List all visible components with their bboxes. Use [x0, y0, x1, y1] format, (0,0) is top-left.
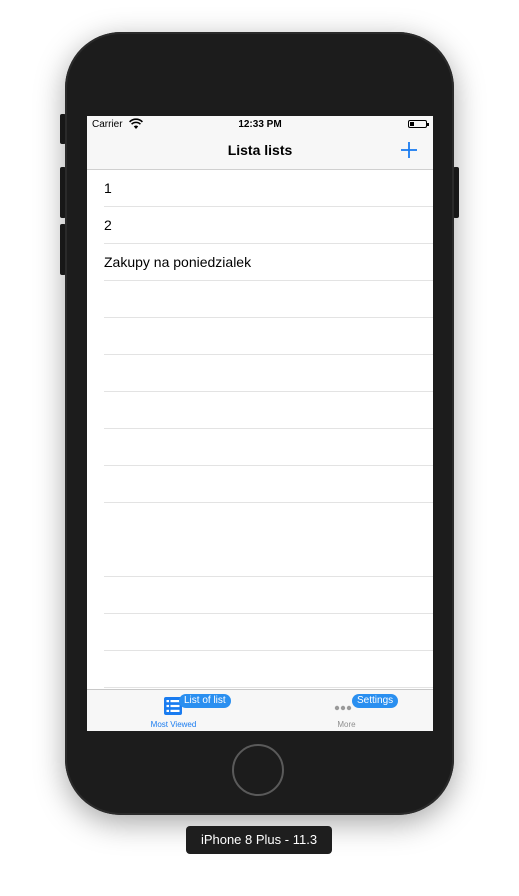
tab-more[interactable]: Settings More	[260, 690, 433, 731]
table-row[interactable]	[87, 466, 433, 503]
lists-table: 1 2 Zakupy na poniedzialek	[87, 170, 433, 690]
status-time: 12:33 PM	[238, 119, 282, 130]
status-bar: Carrier 12:33 PM	[87, 116, 433, 134]
table-row[interactable]	[87, 651, 433, 688]
table-row[interactable]	[87, 392, 433, 429]
table-row[interactable]	[87, 540, 433, 577]
table-row[interactable]: 2	[87, 207, 433, 244]
row-label: 1	[104, 180, 112, 196]
table-row[interactable]	[87, 577, 433, 614]
battery-icon	[408, 120, 429, 128]
table-row[interactable]: Zakupy na poniedzialek	[87, 244, 433, 281]
home-button[interactable]	[232, 744, 284, 796]
table-row[interactable]	[87, 614, 433, 651]
row-label: Zakupy na poniedzialek	[104, 254, 252, 270]
more-icon	[334, 705, 352, 711]
tab-badge: List of list	[179, 694, 231, 708]
table-row[interactable]	[87, 429, 433, 466]
page-title: Lista lists	[227, 142, 293, 158]
app-screen: Carrier 12:33 PM Lista lists 1 2 Zakupy …	[87, 116, 433, 731]
add-list-button[interactable]	[399, 140, 419, 160]
device-label: iPhone 8 Plus - 11.3	[186, 826, 332, 854]
navigation-bar: Lista lists	[87, 134, 433, 170]
tab-label: More	[337, 720, 356, 729]
table-row[interactable]	[87, 318, 433, 355]
tab-bar: List of list Most Viewed Settings More	[87, 689, 433, 731]
plus-icon	[401, 142, 417, 158]
tab-most-viewed[interactable]: List of list Most Viewed	[87, 690, 260, 731]
row-label: 2	[104, 217, 112, 233]
table-row[interactable]: 1	[87, 170, 433, 207]
tab-label: Most Viewed	[150, 720, 197, 729]
tab-badge: Settings	[352, 694, 399, 708]
table-row[interactable]	[87, 355, 433, 392]
table-row[interactable]	[87, 281, 433, 318]
